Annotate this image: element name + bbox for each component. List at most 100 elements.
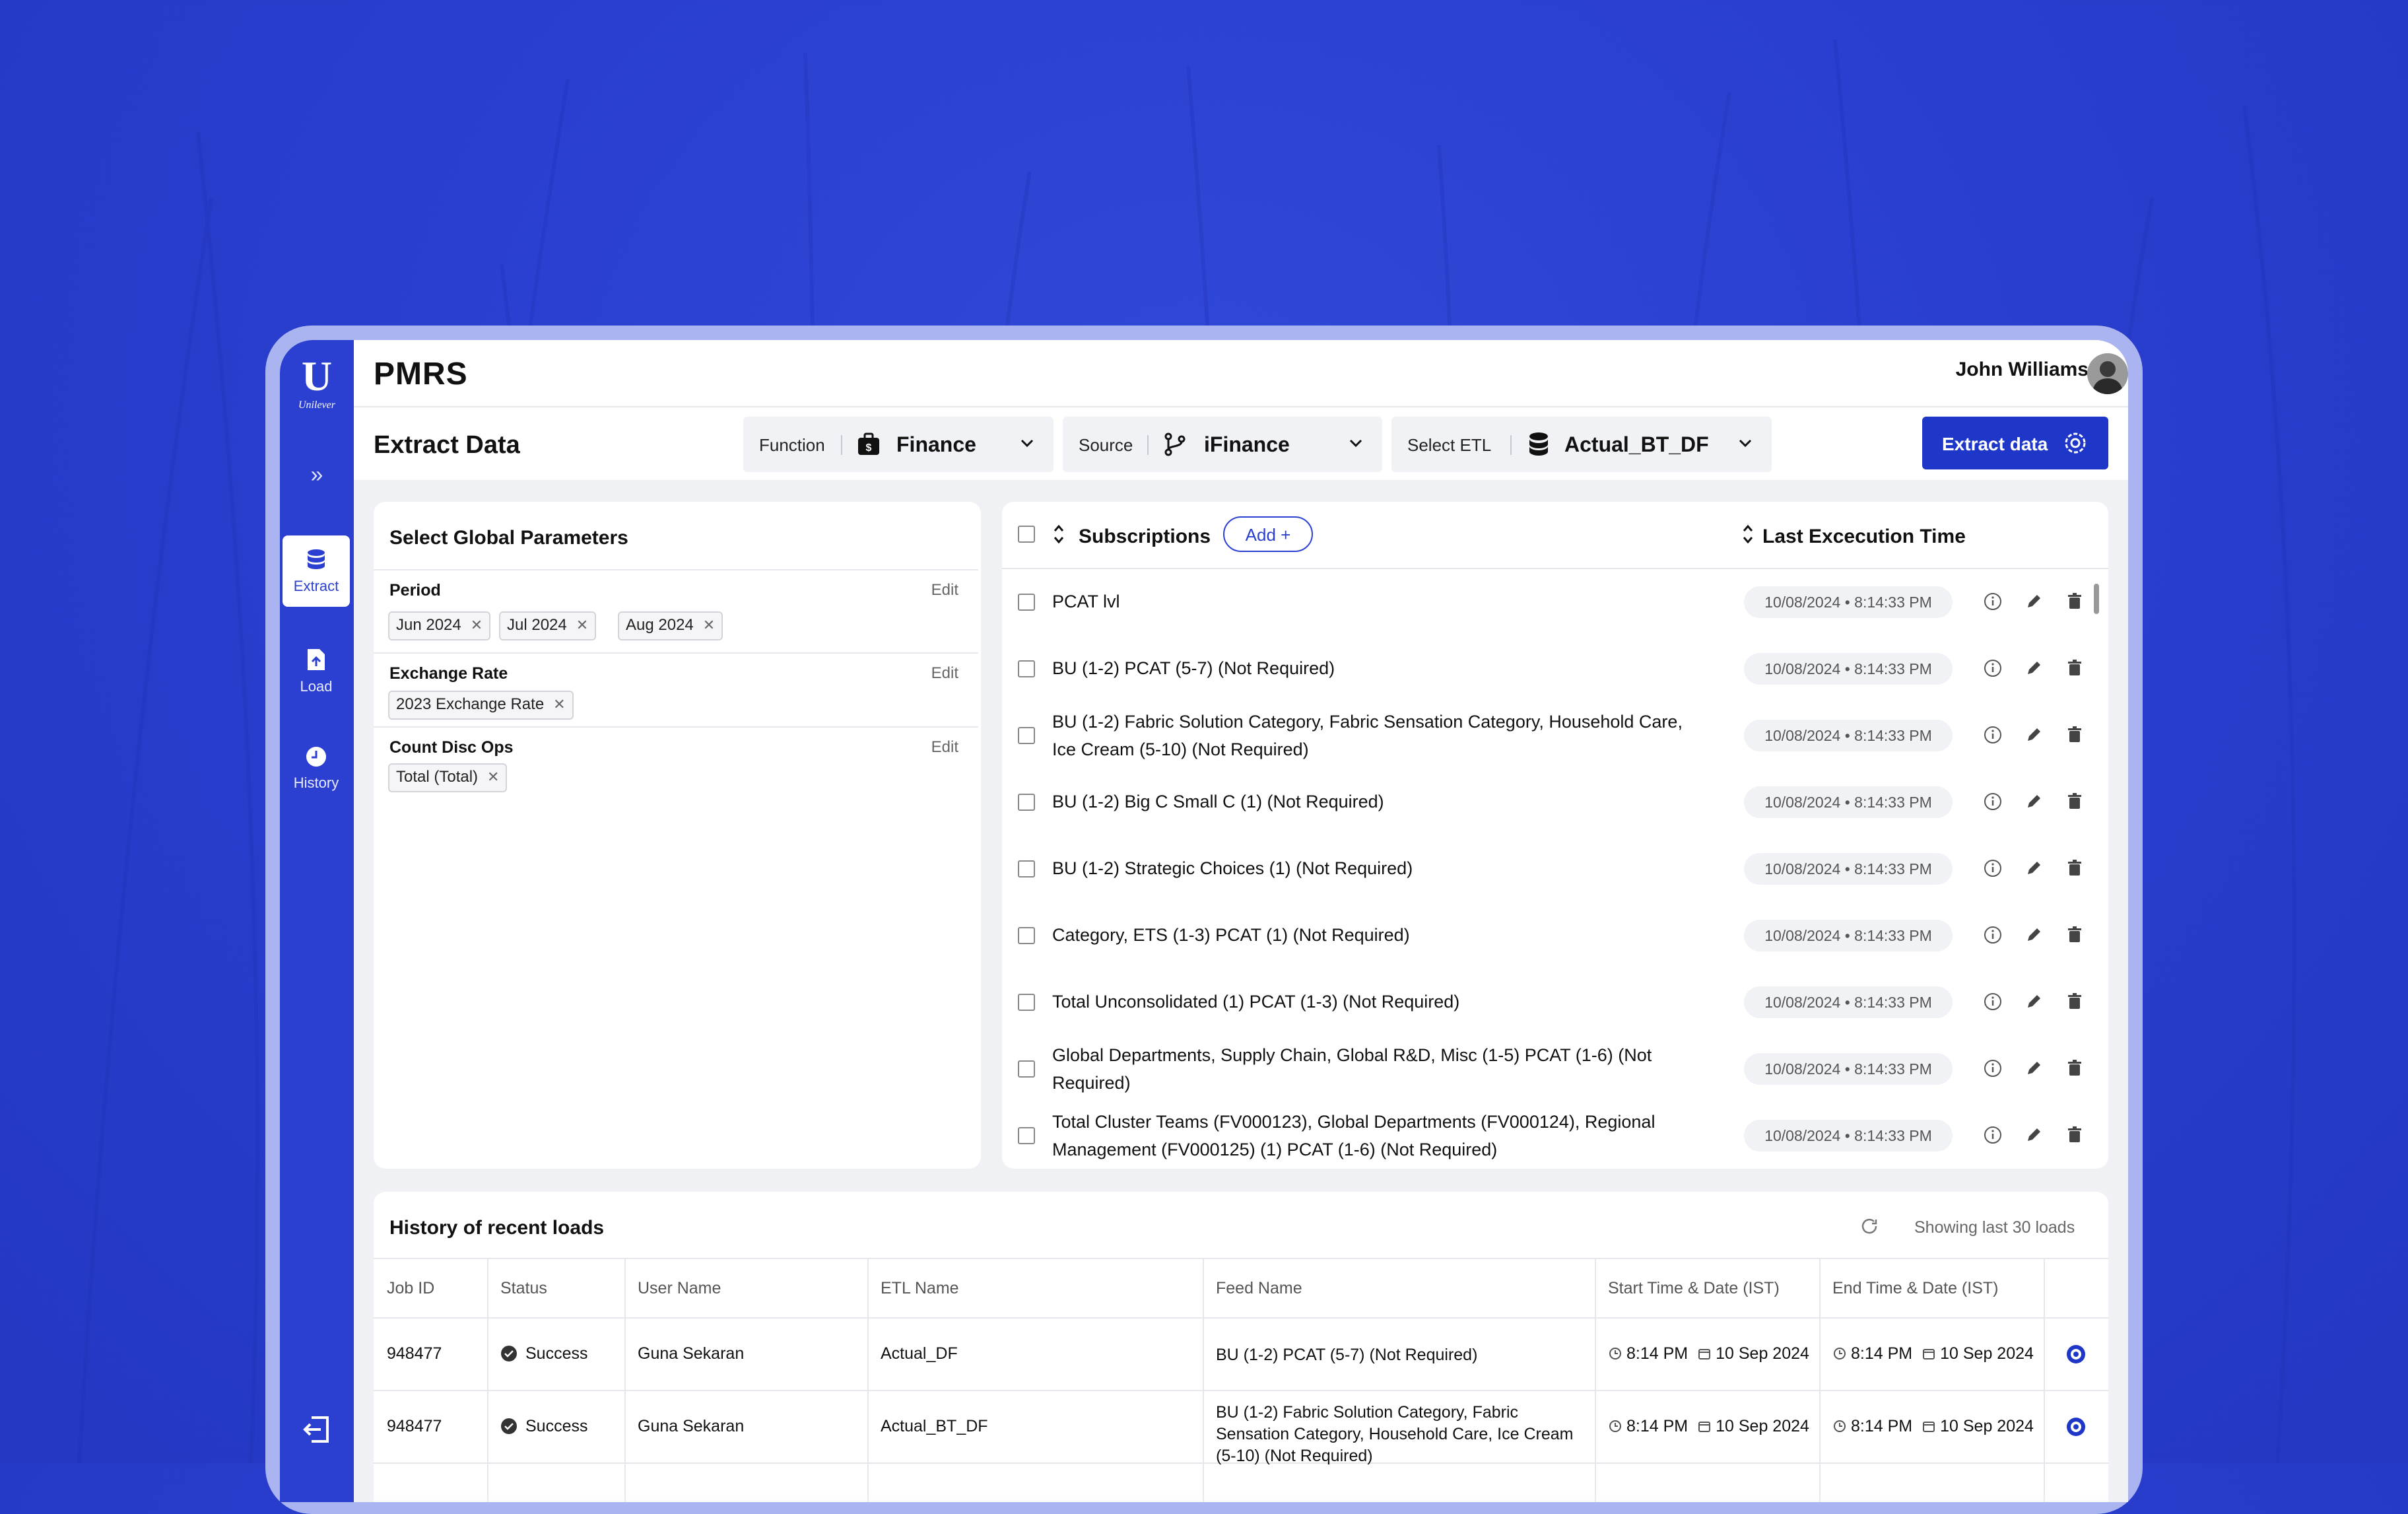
sort-icon[interactable] bbox=[1741, 523, 1755, 545]
edit-icon[interactable] bbox=[2024, 1125, 2044, 1145]
chip-count-disc-ops[interactable]: Total (Total) ✕ bbox=[388, 763, 508, 792]
clock-icon bbox=[1609, 1348, 1621, 1359]
briefcase-icon: $ bbox=[858, 432, 879, 455]
trash-icon[interactable] bbox=[2065, 725, 2085, 745]
edit-exchange-rate-link[interactable]: Edit bbox=[931, 664, 958, 683]
view-icon[interactable] bbox=[2065, 1416, 2087, 1438]
trash-icon[interactable] bbox=[2065, 792, 2085, 811]
source-label: Source bbox=[1079, 435, 1133, 455]
extract-data-button[interactable]: Extract data bbox=[1922, 417, 2108, 469]
info-icon[interactable] bbox=[1983, 792, 2003, 811]
table-row[interactable]: 948477 Success Guna Sekaran Actual_DF BU (1-… bbox=[374, 1317, 2108, 1391]
refresh-icon[interactable] bbox=[1859, 1216, 1880, 1237]
clock-icon bbox=[1609, 1420, 1621, 1432]
subscription-row[interactable]: BU (1-2) Big C Small C (1) (Not Required… bbox=[1002, 769, 2108, 835]
subscription-row[interactable]: BU (1-2) PCAT (5-7) (Not Required) 10/08/… bbox=[1002, 636, 2108, 702]
subscription-name: PCAT lvl bbox=[1052, 592, 1120, 611]
table-row[interactable]: 948477 Success Guna Sekaran Actual_BT_DF BU … bbox=[374, 1390, 2108, 1465]
execution-time-badge: 10/08/2024 • 8:14:33 PM bbox=[1744, 1120, 1953, 1152]
info-icon[interactable] bbox=[1983, 925, 2003, 945]
close-icon[interactable]: ✕ bbox=[487, 769, 499, 785]
sidebar-item-load[interactable]: Load bbox=[283, 635, 350, 706]
row-checkbox[interactable] bbox=[1018, 1060, 1035, 1078]
subscription-row[interactable]: BU (1-2) Strategic Choices (1) (Not Requ… bbox=[1002, 836, 2108, 902]
info-icon[interactable] bbox=[1983, 992, 2003, 1012]
calendar-icon bbox=[1923, 1349, 1935, 1359]
sidebar-item-label: History bbox=[293, 774, 339, 791]
app-screen: U Unilever » Extract Load History PMRS J… bbox=[280, 340, 2128, 1502]
view-icon[interactable] bbox=[2065, 1343, 2087, 1365]
etl-select[interactable]: Select ETL Actual_BT_DF bbox=[1391, 417, 1772, 472]
row-checkbox[interactable] bbox=[1018, 1127, 1035, 1144]
select-all-checkbox[interactable] bbox=[1018, 526, 1035, 543]
chip-period[interactable]: Aug 2024 ✕ bbox=[618, 611, 723, 640]
trash-icon[interactable] bbox=[2065, 992, 2085, 1012]
close-icon[interactable]: ✕ bbox=[576, 617, 588, 633]
edit-icon[interactable] bbox=[2024, 725, 2044, 745]
logout-icon[interactable] bbox=[301, 1414, 333, 1445]
sidebar-item-extract[interactable]: Extract bbox=[283, 535, 350, 607]
chip-period[interactable]: Jul 2024 ✕ bbox=[499, 611, 597, 640]
row-checkbox[interactable] bbox=[1018, 794, 1035, 811]
close-icon[interactable]: ✕ bbox=[471, 617, 483, 633]
info-icon[interactable] bbox=[1983, 858, 2003, 878]
execution-time-badge: 10/08/2024 • 8:14:33 PM bbox=[1744, 920, 1953, 951]
column-header: End Time & Date (IST) bbox=[1832, 1279, 1999, 1297]
subscription-row[interactable]: Category, ETS (1-3) PCAT (1) (Not Requir… bbox=[1002, 903, 2108, 969]
info-icon[interactable] bbox=[1983, 1125, 2003, 1145]
column-header: Status bbox=[500, 1279, 547, 1297]
etl-name-cell: Actual_BT_DF bbox=[881, 1417, 988, 1435]
trash-icon[interactable] bbox=[2065, 925, 2085, 945]
info-icon[interactable] bbox=[1983, 725, 2003, 745]
row-checkbox[interactable] bbox=[1018, 994, 1035, 1011]
info-icon[interactable] bbox=[1983, 658, 2003, 678]
subscription-row[interactable]: Total Unconsolidated (1) PCAT (1-3) (Not… bbox=[1002, 969, 2108, 1035]
edit-icon[interactable] bbox=[2024, 858, 2044, 878]
function-select[interactable]: Function $ Finance bbox=[743, 417, 1054, 472]
trash-icon[interactable] bbox=[2065, 658, 2085, 678]
sort-icon[interactable] bbox=[1052, 523, 1065, 545]
info-icon[interactable] bbox=[1983, 592, 2003, 611]
edit-icon[interactable] bbox=[2024, 1058, 2044, 1078]
check-circle-icon bbox=[501, 1418, 517, 1434]
trash-icon[interactable] bbox=[2065, 858, 2085, 878]
close-icon[interactable]: ✕ bbox=[703, 617, 715, 633]
subscription-row[interactable]: Global Departments, Supply Chain, Global… bbox=[1002, 1036, 2108, 1102]
edit-count-disc-ops-link[interactable]: Edit bbox=[931, 738, 958, 757]
subscription-row[interactable]: BU (1-2) Fabric Solution Category, Fabri… bbox=[1002, 703, 2108, 769]
sidebar-item-label: Load bbox=[300, 678, 333, 695]
trash-icon[interactable] bbox=[2065, 1058, 2085, 1078]
edit-icon[interactable] bbox=[2024, 925, 2044, 945]
row-checkbox[interactable] bbox=[1018, 860, 1035, 877]
edit-icon[interactable] bbox=[2024, 992, 2044, 1012]
info-icon[interactable] bbox=[1983, 1058, 2003, 1078]
edit-icon[interactable] bbox=[2024, 792, 2044, 811]
subscription-row[interactable]: Total Cluster Teams (FV000123), Global D… bbox=[1002, 1103, 2108, 1169]
subscription-row[interactable]: PCAT lvl 10/08/2024 • 8:14:33 PM bbox=[1002, 569, 2108, 635]
chip-period[interactable]: Jun 2024 ✕ bbox=[388, 611, 491, 640]
edit-icon[interactable] bbox=[2024, 658, 2044, 678]
trash-icon[interactable] bbox=[2065, 1125, 2085, 1145]
avatar[interactable] bbox=[2087, 353, 2128, 394]
expand-sidebar-icon[interactable]: » bbox=[301, 459, 333, 491]
sidebar-item-history[interactable]: History bbox=[283, 732, 350, 804]
close-icon[interactable]: ✕ bbox=[553, 696, 565, 712]
top-bar: PMRS John Williams bbox=[354, 340, 2128, 407]
trash-icon[interactable] bbox=[2065, 592, 2085, 611]
chevron-down-icon bbox=[1349, 439, 1362, 448]
check-circle-icon bbox=[501, 1346, 517, 1361]
edit-period-link[interactable]: Edit bbox=[931, 581, 958, 600]
column-header: Feed Name bbox=[1216, 1279, 1302, 1297]
row-checkbox[interactable] bbox=[1018, 594, 1035, 611]
toolbar: Extract Data Function $ Finance Source i… bbox=[354, 407, 2128, 480]
row-checkbox[interactable] bbox=[1018, 727, 1035, 744]
etl-label: Select ETL bbox=[1407, 435, 1492, 455]
row-checkbox[interactable] bbox=[1018, 660, 1035, 677]
clock-icon bbox=[1834, 1420, 1846, 1432]
source-select[interactable]: Source iFinance bbox=[1063, 417, 1382, 472]
execution-time-badge: 10/08/2024 • 8:14:33 PM bbox=[1744, 1053, 1953, 1085]
chip-exchange-rate[interactable]: 2023 Exchange Rate ✕ bbox=[388, 691, 574, 720]
edit-icon[interactable] bbox=[2024, 592, 2044, 611]
row-checkbox[interactable] bbox=[1018, 927, 1035, 944]
add-subscription-button[interactable]: Add + bbox=[1223, 516, 1313, 552]
